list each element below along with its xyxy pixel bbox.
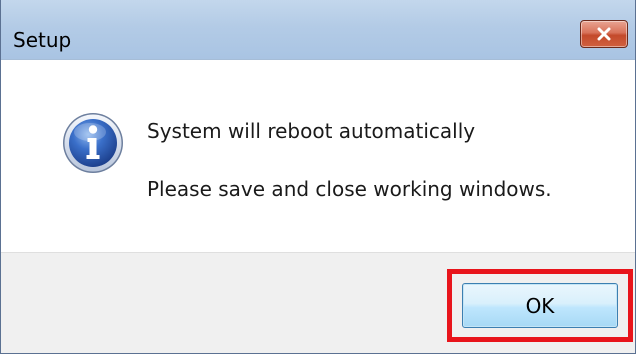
info-icon — [62, 112, 124, 174]
message-line-2: Please save and close working windows. — [147, 177, 552, 201]
title-bar[interactable]: Setup — [1, 0, 635, 60]
ok-button-highlight: OK — [447, 269, 633, 342]
button-bar: OK — [1, 252, 635, 353]
close-button[interactable] — [580, 20, 628, 48]
close-icon — [596, 27, 612, 41]
message-line-1: System will reboot automatically — [147, 119, 476, 143]
setup-dialog: Setup System will reboot automatically P… — [0, 0, 636, 354]
message-area: System will reboot automatically Please … — [1, 60, 635, 252]
window-title: Setup — [13, 28, 72, 52]
ok-button[interactable]: OK — [462, 283, 618, 328]
